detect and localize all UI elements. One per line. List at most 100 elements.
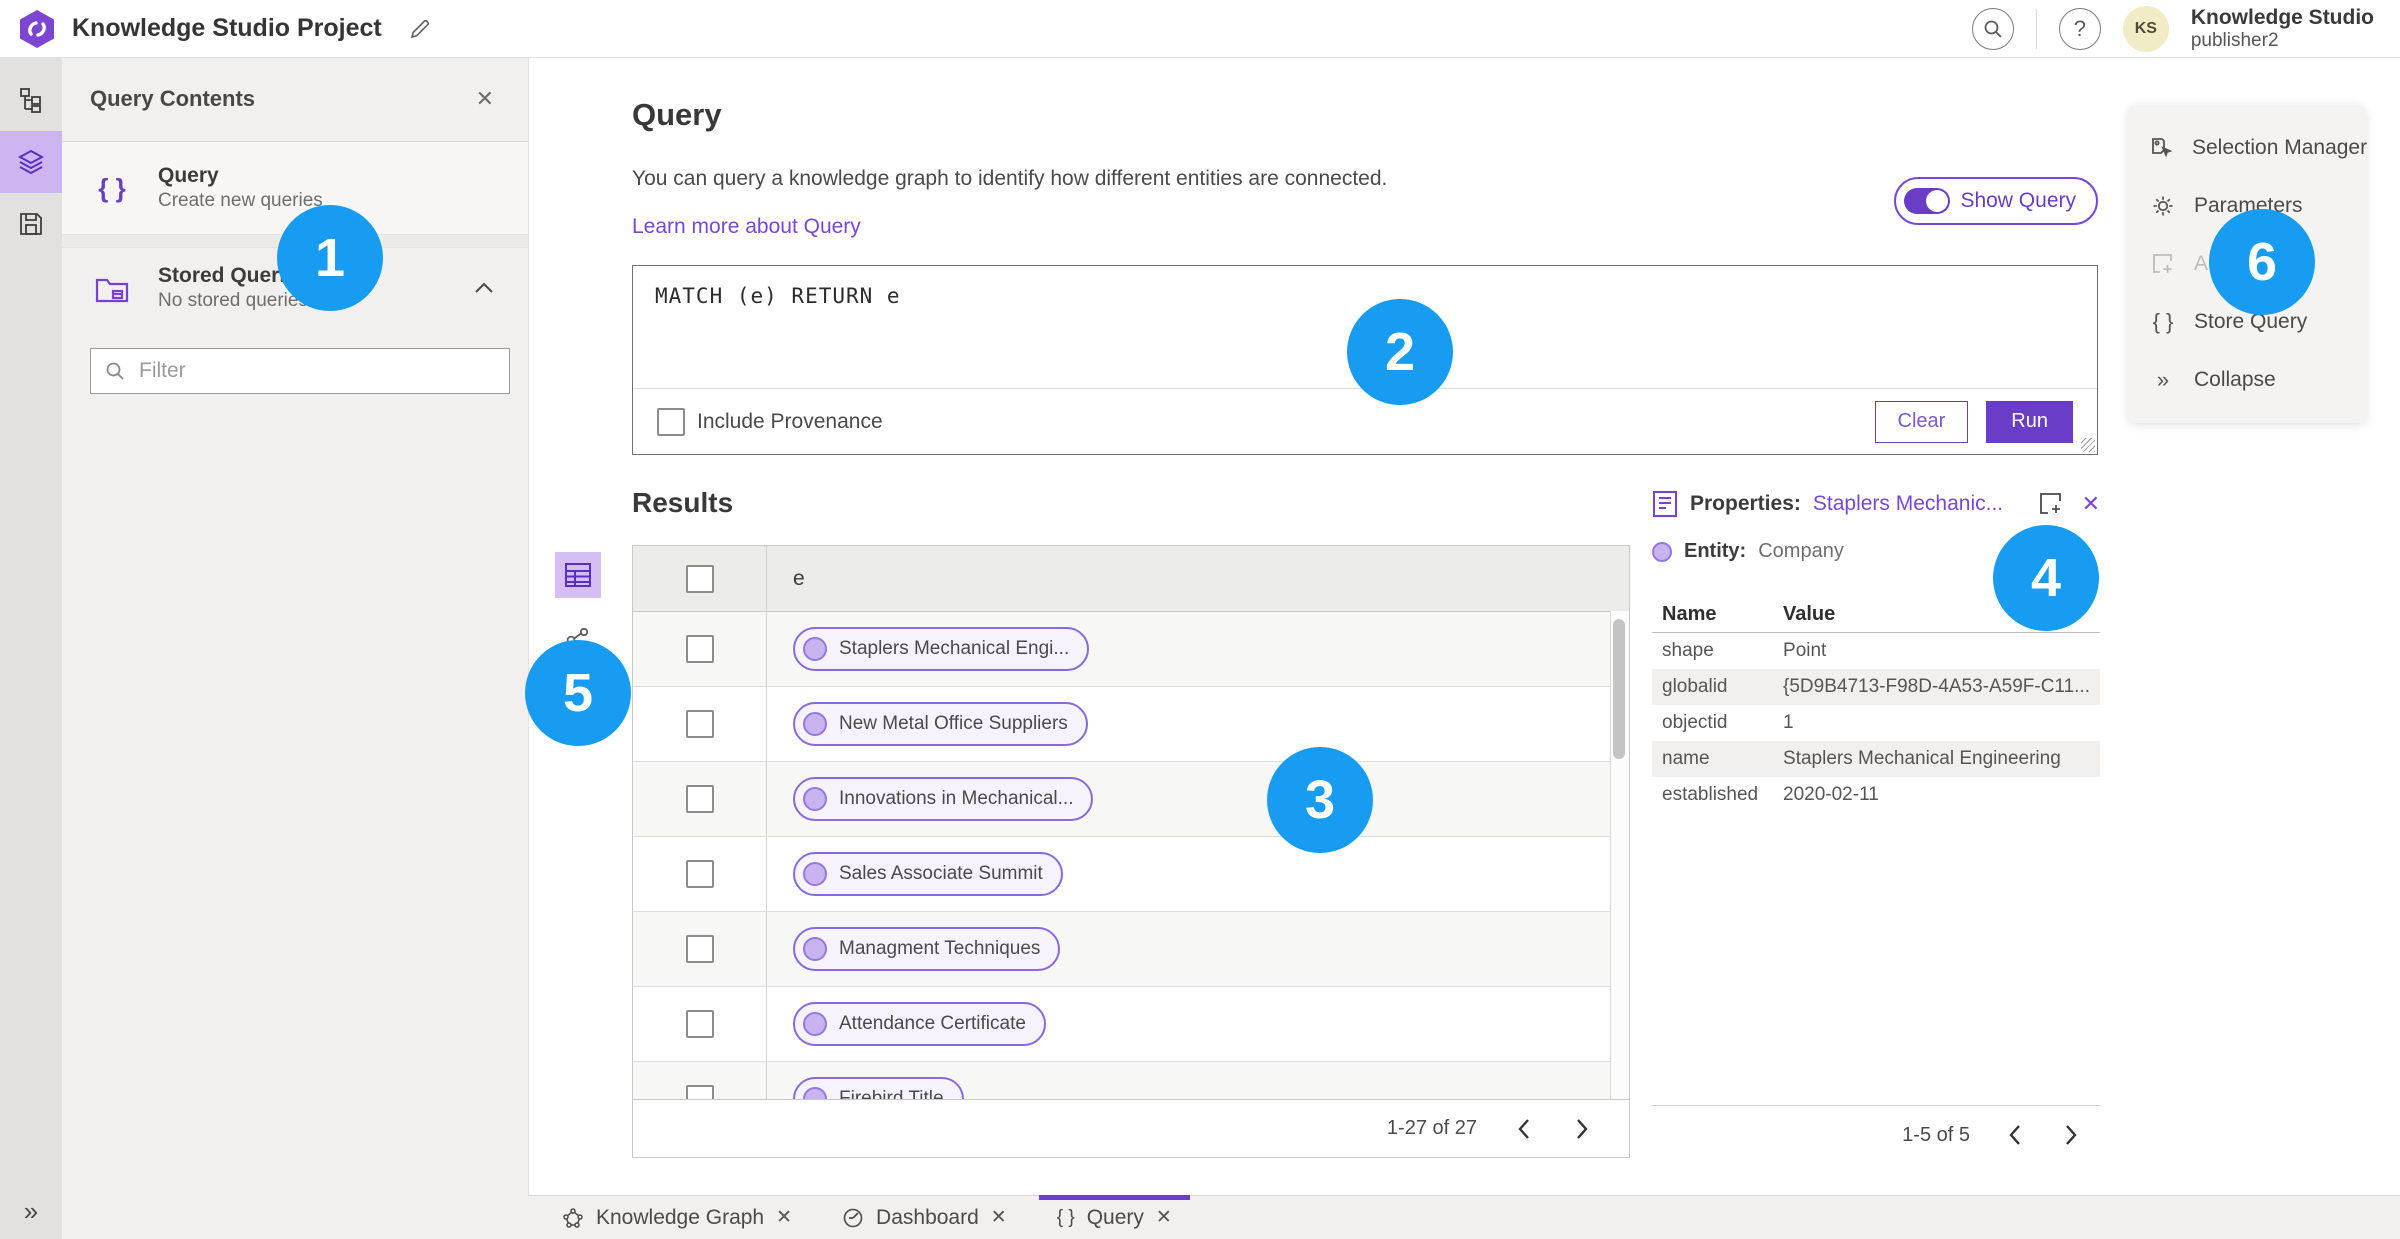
close-icon[interactable]: ✕ — [776, 1206, 792, 1229]
selection-manager-button[interactable]: Selection Manager — [2128, 119, 2367, 177]
knowledge-studio-app: Knowledge Studio Project ? KS Knowledge … — [0, 0, 2400, 1239]
entity-pill[interactable]: Sales Associate Summit — [793, 852, 1063, 896]
column-header-name: Name — [1652, 597, 1774, 633]
tab-query[interactable]: { } Query ✕ — [1038, 1195, 1190, 1239]
properties-header: Properties: Staplers Mechanic... ✕ — [1652, 490, 2100, 518]
entity-pill[interactable]: Managment Techniques — [793, 927, 1061, 971]
row-checkbox[interactable] — [685, 1085, 714, 1099]
curly-braces-icon: { } — [2152, 309, 2174, 334]
help-button[interactable]: ? — [2058, 7, 2101, 50]
learn-more-link[interactable]: Learn more about Query — [632, 215, 861, 239]
expand-rail-button[interactable]: » — [0, 1191, 62, 1231]
entity-pill[interactable]: Innovations in Mechanical... — [793, 777, 1094, 821]
properties-doc-icon — [1652, 490, 1678, 518]
user-block[interactable]: Knowledge Studio publisher2 — [2191, 6, 2374, 52]
select-all-checkbox[interactable] — [685, 564, 714, 593]
include-provenance-checkbox[interactable] — [657, 407, 685, 436]
row-checkbox[interactable] — [685, 785, 714, 813]
pagination-text: 1-5 of 5 — [1902, 1123, 1970, 1146]
annotation-badge-3: 3 — [1267, 747, 1373, 853]
rail-layers-button[interactable] — [0, 131, 62, 193]
collapse-section-button[interactable] — [468, 281, 500, 295]
rail-catalog-button[interactable] — [0, 69, 62, 131]
entity-dot-icon — [803, 1087, 827, 1099]
property-row: name Staplers Mechanical Engineering — [1652, 741, 2100, 777]
double-chevron-right-icon: » — [2156, 367, 2170, 392]
layers-icon — [17, 148, 45, 176]
table-row[interactable]: Attendance Certificate — [633, 987, 1629, 1062]
rail-save-button[interactable] — [0, 193, 62, 255]
properties-pagination: 1-5 of 5 — [1652, 1105, 2100, 1164]
prev-page-button[interactable] — [2004, 1120, 2026, 1150]
help-icon: ? — [2073, 15, 2086, 41]
hierarchy-icon — [18, 87, 44, 113]
resize-handle[interactable] — [2081, 438, 2095, 452]
toggle-switch-icon — [1904, 188, 1951, 214]
chevron-right-icon — [2064, 1124, 2078, 1146]
chevron-right-icon — [1575, 1118, 1589, 1140]
table-row[interactable]: Managment Techniques — [633, 912, 1629, 987]
entity-dot-icon — [1652, 541, 1672, 562]
close-panel-button[interactable]: ✕ — [470, 85, 500, 113]
selection-manager-icon — [2150, 136, 2174, 160]
annotation-badge-1: 1 — [277, 205, 383, 311]
properties-entity-link[interactable]: Staplers Mechanic... — [1813, 492, 2003, 516]
search-icon — [1983, 19, 2003, 39]
collapse-menu-button[interactable]: » Collapse — [2128, 351, 2366, 409]
table-row[interactable]: Innovations in Mechanical... — [633, 762, 1629, 837]
table-row[interactable]: Staplers Mechanical Engi... — [633, 612, 1629, 687]
row-checkbox[interactable] — [685, 710, 714, 738]
row-checkbox[interactable] — [685, 860, 714, 888]
row-checkbox[interactable] — [685, 1010, 714, 1038]
row-checkbox[interactable] — [685, 635, 714, 663]
annotation-badge-6: 6 — [2209, 209, 2315, 315]
curly-braces-icon: { } — [98, 172, 126, 203]
filter-box — [90, 348, 510, 394]
close-icon[interactable]: ✕ — [1156, 1206, 1172, 1229]
next-page-button[interactable] — [1571, 1114, 1593, 1144]
prev-page-button[interactable] — [1513, 1114, 1535, 1144]
app-logo-icon — [18, 9, 56, 49]
edit-title-button[interactable] — [408, 17, 432, 41]
tab-knowledge-graph[interactable]: Knowledge Graph ✕ — [544, 1196, 810, 1239]
folder-icon — [90, 273, 134, 303]
avatar[interactable]: KS — [2122, 5, 2169, 52]
entity-pill[interactable]: New Metal Office Suppliers — [793, 702, 1088, 746]
scrollbar-thumb[interactable] — [1613, 619, 1625, 759]
scrollbar-track[interactable] — [1610, 611, 1629, 1099]
gear-icon — [2150, 194, 2176, 218]
results-table: e Staplers Mechanical Engi... New Metal … — [632, 545, 1630, 1100]
chevron-left-icon — [1517, 1118, 1531, 1140]
entity-pill[interactable]: Attendance Certificate — [793, 1002, 1046, 1046]
pencil-icon — [408, 17, 432, 41]
filter-input[interactable] — [137, 358, 495, 384]
top-bar-right: ? KS Knowledge Studio publisher2 — [1971, 5, 2400, 52]
entity-pill[interactable]: Firebird Title — [793, 1077, 964, 1099]
tab-label: Query — [1086, 1205, 1144, 1229]
row-checkbox[interactable] — [685, 935, 714, 963]
item-subtitle: Create new queries — [158, 190, 323, 212]
entity-label: Entity: — [1684, 540, 1747, 562]
search-button[interactable] — [1971, 7, 2014, 50]
divider — [2035, 8, 2037, 49]
project-title: Knowledge Studio Project — [72, 14, 382, 42]
entity-pill[interactable]: Staplers Mechanical Engi... — [793, 627, 1090, 671]
property-row: established 2020-02-11 — [1662, 784, 1879, 805]
entity-dot-icon — [803, 637, 827, 661]
clear-button[interactable]: Clear — [1874, 400, 1969, 443]
page-title: Query — [632, 97, 722, 132]
table-row[interactable]: New Metal Office Suppliers — [633, 687, 1629, 762]
results-pagination: 1-27 of 27 — [632, 1100, 1630, 1158]
save-icon — [18, 211, 44, 237]
left-rail: » — [0, 57, 62, 1239]
add-to-new-map-button[interactable] — [2038, 491, 2064, 517]
tab-dashboard[interactable]: Dashboard ✕ — [824, 1196, 1025, 1239]
next-page-button[interactable] — [2060, 1120, 2082, 1150]
close-properties-button[interactable]: ✕ — [2082, 491, 2100, 517]
table-row[interactable]: Firebird Title — [633, 1062, 1629, 1099]
table-row[interactable]: Sales Associate Summit — [633, 837, 1629, 912]
run-button[interactable]: Run — [1986, 400, 2073, 443]
show-query-toggle[interactable]: Show Query — [1894, 177, 2098, 225]
table-view-button[interactable] — [555, 552, 601, 598]
close-icon[interactable]: ✕ — [991, 1206, 1007, 1229]
